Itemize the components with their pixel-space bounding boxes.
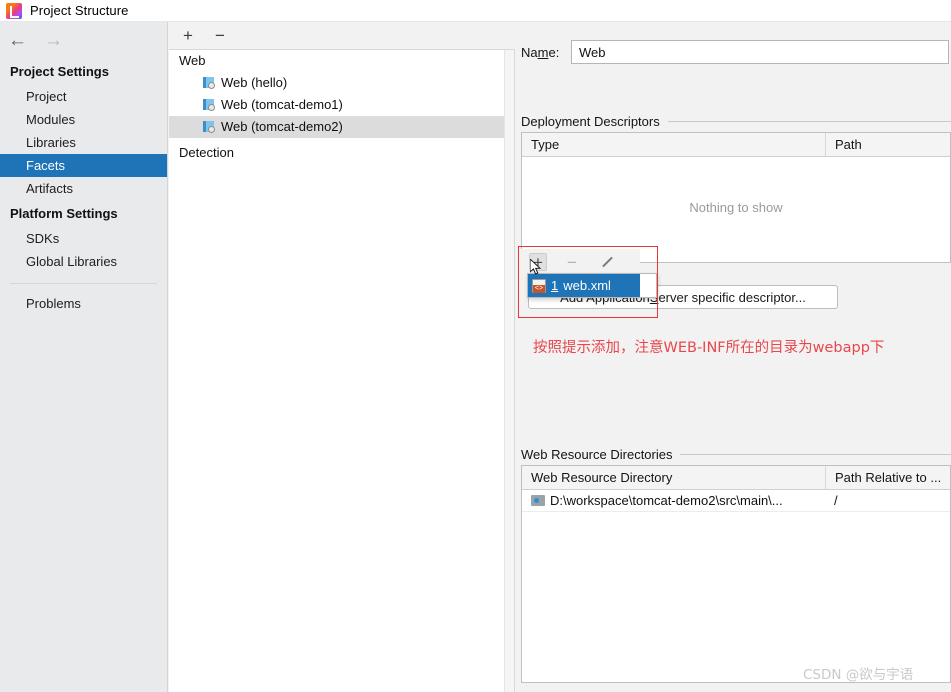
annotation-chinese-note: 按照提示添加，注意WEB-INF所在的目录为webapp下 (533, 336, 884, 357)
navigation-arrows: ← → (0, 22, 167, 58)
directory-path-text: D:\workspace\tomcat-demo2\src\main\... (550, 493, 783, 508)
web-resource-directories-section-header: Web Resource Directories (521, 447, 951, 462)
tree-node-label: Web (tomcat-demo2) (221, 116, 343, 138)
add-appserver-suffix: erver specific descriptor... (658, 290, 805, 305)
settings-sidebar: ← → Project Settings Project Modules Lib… (0, 22, 168, 692)
tree-node-web-tomcat-demo2[interactable]: Web (tomcat-demo2) (169, 116, 514, 138)
web-resource-directories-title: Web Resource Directories (521, 447, 672, 462)
xml-file-icon (532, 279, 546, 293)
sidebar-item-sdks[interactable]: SDKs (0, 227, 167, 250)
edit-descriptor-button[interactable] (597, 253, 615, 271)
deployment-descriptors-section-header: Deployment Descriptors (521, 114, 951, 129)
web-facet-icon (203, 77, 216, 90)
project-structure-dialog: Project Structure ← → Project Settings P… (0, 0, 951, 692)
sidebar-item-problems[interactable]: Problems (0, 292, 167, 315)
sidebar-item-modules[interactable]: Modules (0, 108, 167, 131)
facet-detail-panel: Name: Deployment Descriptors Type Path N… (515, 22, 951, 692)
arrow-right-icon[interactable]: → (44, 31, 62, 50)
sidebar-item-project[interactable]: Project (0, 85, 167, 108)
descriptor-type-popup-menu: 1 web.xml (527, 273, 657, 298)
title-bar: Project Structure (0, 0, 951, 22)
facets-tree-panel: + − Web Web (hello) Web (tomcat-demo1) W… (169, 22, 515, 692)
deployment-descriptors-table: Type Path Nothing to show (521, 132, 951, 263)
section-rule (668, 121, 951, 122)
web-facet-icon (203, 121, 216, 134)
column-header-web-resource-directory[interactable]: Web Resource Directory (522, 466, 825, 489)
column-header-path-relative-to[interactable]: Path Relative to ... (825, 466, 950, 489)
table-header-row: Web Resource Directory Path Relative to … (522, 466, 950, 490)
add-facet-button[interactable]: + (179, 27, 197, 45)
folder-icon (531, 495, 545, 506)
menu-item-label: web.xml (563, 278, 611, 293)
name-input[interactable] (571, 40, 949, 64)
window-title: Project Structure (30, 3, 129, 18)
tree-node-web-tomcat-demo1[interactable]: Web (tomcat-demo1) (169, 94, 514, 116)
tree-node-web-root[interactable]: Web (169, 50, 514, 72)
name-label: Name: (521, 45, 571, 60)
facets-tree: Web Web (hello) Web (tomcat-demo1) Web (… (169, 50, 515, 692)
table-row[interactable]: D:\workspace\tomcat-demo2\src\main\... / (522, 490, 950, 512)
menu-item-mnemonic: 1 (551, 278, 558, 293)
name-row: Name: (521, 40, 951, 64)
sidebar-group-platform-settings: Platform Settings (0, 200, 167, 227)
empty-state-text: Nothing to show (522, 157, 950, 257)
sidebar-group-project-settings: Project Settings (0, 58, 167, 85)
tree-scrollbar[interactable] (504, 50, 514, 692)
mouse-pointer-icon (530, 259, 542, 277)
sidebar-item-libraries[interactable]: Libraries (0, 131, 167, 154)
sidebar-item-facets[interactable]: Facets (0, 154, 167, 177)
pencil-icon (600, 256, 613, 269)
tree-node-label: Web (hello) (221, 72, 287, 94)
menu-item-web-xml[interactable]: 1 web.xml (528, 274, 640, 297)
csdn-watermark: CSDN @欲与宇语 (803, 663, 913, 683)
sidebar-divider (10, 283, 157, 284)
sidebar-item-artifacts[interactable]: Artifacts (0, 177, 167, 200)
deployment-descriptors-title: Deployment Descriptors (521, 114, 660, 129)
tree-node-label: Web (tomcat-demo1) (221, 94, 343, 116)
column-header-path[interactable]: Path (825, 133, 950, 156)
sidebar-item-global-libraries[interactable]: Global Libraries (0, 250, 167, 273)
remove-facet-button[interactable]: − (211, 27, 229, 45)
cell-web-resource-directory: D:\workspace\tomcat-demo2\src\main\... (522, 493, 825, 508)
cell-relative-path: / (825, 493, 950, 508)
web-resource-directories-table: Web Resource Directory Path Relative to … (521, 465, 951, 683)
facets-toolbar: + − (169, 22, 515, 50)
arrow-left-icon[interactable]: ← (8, 31, 26, 50)
column-header-type[interactable]: Type (522, 133, 825, 156)
tree-node-detection[interactable]: Detection (169, 142, 514, 164)
web-facet-icon (203, 99, 216, 112)
tree-node-web-hello[interactable]: Web (hello) (169, 72, 514, 94)
section-rule (680, 454, 951, 455)
table-header-row: Type Path (522, 133, 950, 157)
intellij-idea-logo-icon (6, 3, 22, 19)
remove-descriptor-button[interactable]: − (563, 253, 581, 271)
